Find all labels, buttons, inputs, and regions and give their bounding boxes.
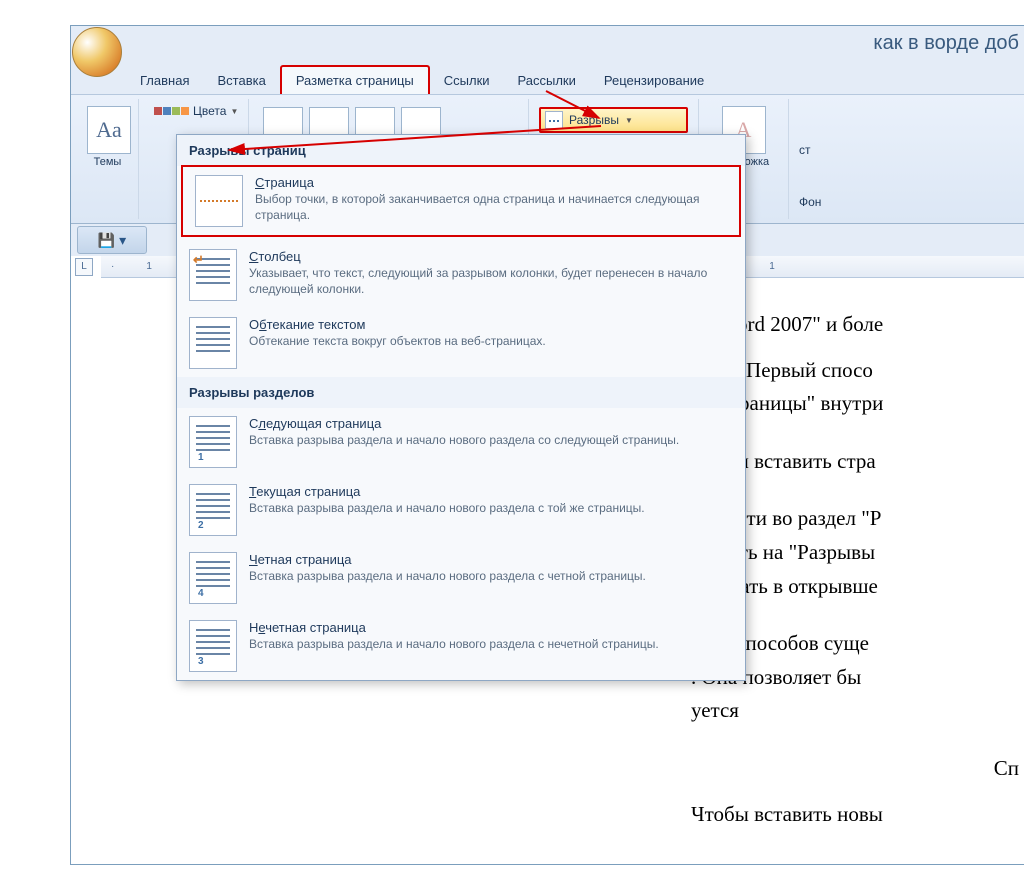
themes-label: Темы: [87, 156, 128, 168]
ribbon-group-themes: Aa Темы: [77, 99, 139, 219]
column-break-icon: [189, 249, 237, 301]
menu-item-desc: Выбор точки, в которой заканчивается одн…: [255, 191, 727, 223]
odd-page-icon: [189, 620, 237, 672]
stub-st: ст: [799, 143, 829, 157]
page-break-icon: [195, 175, 243, 227]
menu-item-desc: Вставка разрыва раздела и начало нового …: [249, 636, 733, 652]
menu-item-title: Четная страница: [249, 552, 733, 567]
ribbon-tabs: Главная Вставка Разметка страницы Ссылки…: [126, 64, 1024, 94]
breaks-label: Разрывы: [569, 113, 619, 127]
menu-item-title: Столбец: [249, 249, 733, 264]
doc-text: уется: [691, 694, 1019, 728]
menu-item-desc: Вставка разрыва раздела и начало нового …: [249, 568, 733, 584]
tab-insert[interactable]: Вставка: [203, 67, 279, 94]
next-page-icon: [189, 416, 237, 468]
dropdown-header-section-breaks: Разрывы разделов: [177, 377, 745, 408]
office-button[interactable]: [72, 27, 122, 77]
tab-mailings[interactable]: Рассылки: [504, 67, 590, 94]
menu-item-title: Следующая страница: [249, 416, 733, 431]
menu-item-title: Страница: [255, 175, 727, 190]
tab-review[interactable]: Рецензирование: [590, 67, 718, 94]
quick-access-toolbar: 💾 ▾: [77, 226, 147, 254]
breaks-icon: [545, 111, 563, 129]
doc-text: Сп: [691, 752, 1019, 786]
menu-item-title: Текущая страница: [249, 484, 733, 499]
ribbon-group-fonts: ст Фон: [789, 99, 839, 219]
tab-home[interactable]: Главная: [126, 67, 203, 94]
tab-references[interactable]: Ссылки: [430, 67, 504, 94]
menu-item-odd-page[interactable]: Нечетная страница Вставка разрыва раздел…: [177, 612, 745, 680]
menu-item-desc: Вставка разрыва раздела и начало нового …: [249, 432, 733, 448]
even-page-icon: [189, 552, 237, 604]
breaks-button[interactable]: Разрывы ▼: [539, 107, 688, 133]
chevron-down-icon: ▼: [625, 116, 633, 125]
menu-item-title: Нечетная страница: [249, 620, 733, 635]
menu-item-desc: Обтекание текста вокруг объектов на веб-…: [249, 333, 733, 349]
text-wrap-icon: [189, 317, 237, 369]
menu-item-current-page[interactable]: Текущая страница Вставка разрыва раздела…: [177, 476, 745, 544]
theme-colors-label: Цвета: [193, 104, 226, 118]
breaks-dropdown: Разрывы страниц Страница Выбор точки, в …: [176, 134, 746, 681]
menu-item-desc: Указывает, что текст, следующий за разры…: [249, 265, 733, 297]
window-title: как в ворде доб: [873, 32, 1019, 55]
menu-item-title: Обтекание текстом: [249, 317, 733, 332]
menu-item-even-page[interactable]: Четная страница Вставка разрыва раздела …: [177, 544, 745, 612]
menu-item-text-wrapping[interactable]: Обтекание текстом Обтекание текста вокру…: [177, 309, 745, 377]
theme-colors-button[interactable]: Цвета ▼: [149, 103, 238, 119]
tab-page-layout[interactable]: Разметка страницы: [280, 65, 430, 94]
menu-item-page-break[interactable]: Страница Выбор точки, в которой заканчив…: [181, 165, 741, 237]
menu-item-desc: Вставка разрыва раздела и начало нового …: [249, 500, 733, 516]
save-icon[interactable]: 💾 ▾: [98, 232, 126, 249]
menu-item-next-page[interactable]: Следующая страница Вставка разрыва разде…: [177, 408, 745, 476]
chevron-down-icon: ▼: [230, 107, 238, 116]
doc-text: Чтобы вставить новы: [691, 798, 1019, 832]
menu-item-column-break[interactable]: Столбец Указывает, что текст, следующий …: [177, 241, 745, 309]
dropdown-header-page-breaks: Разрывы страниц: [177, 135, 745, 166]
word-window: как в ворде доб Главная Вставка Разметка…: [70, 25, 1024, 865]
stub-font: Фон: [799, 195, 829, 209]
current-page-icon: [189, 484, 237, 536]
themes-button[interactable]: Aa: [87, 106, 131, 154]
ruler-corner[interactable]: L: [75, 258, 93, 276]
